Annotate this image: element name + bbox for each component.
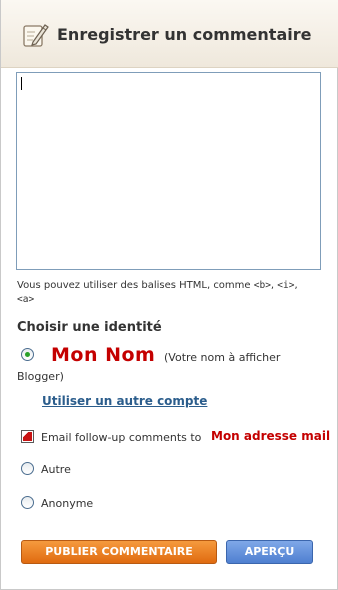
html-tag-b: <b>: [253, 280, 271, 291]
name-value: Mon Nom: [51, 344, 156, 366]
publish-button[interactable]: PUBLIER COMMENTAIRE: [21, 540, 217, 564]
follow-up-label: Email follow-up comments to: [41, 431, 202, 444]
pen-icon: [23, 24, 49, 47]
page-title: Enregistrer un commentaire: [57, 25, 312, 44]
radio-other[interactable]: [21, 462, 34, 475]
comment-textarea[interactable]: [16, 72, 321, 270]
other-label: Autre: [41, 463, 71, 476]
email-value: Mon adresse mail: [211, 429, 331, 443]
identity-heading: Choisir une identité: [17, 320, 162, 335]
html-tag-a: <a>: [17, 294, 35, 305]
html-tag-i: <i>: [277, 280, 295, 291]
comment-form: Enregistrer un commentaire Vous pouvez u…: [0, 0, 338, 590]
radio-anonymous[interactable]: [21, 496, 34, 509]
anonymous-label: Anonyme: [41, 497, 94, 510]
text-caret: [21, 77, 22, 90]
preview-button[interactable]: APERÇU: [226, 540, 313, 564]
html-note-sep2: ,: [294, 280, 298, 291]
html-note-text: Vous pouvez utiliser des balises HTML, c…: [17, 280, 254, 291]
html-tags-note: Vous pouvez utiliser des balises HTML, c…: [17, 279, 327, 307]
radio-blogger[interactable]: [21, 348, 34, 361]
name-hint: (Votre nom à afficher: [164, 351, 281, 364]
blogger-label: Blogger): [17, 370, 64, 383]
other-account-link[interactable]: Utiliser un autre compte: [42, 394, 207, 408]
form-header: Enregistrer un commentaire: [1, 0, 338, 68]
follow-up-checkbox[interactable]: [21, 430, 34, 443]
